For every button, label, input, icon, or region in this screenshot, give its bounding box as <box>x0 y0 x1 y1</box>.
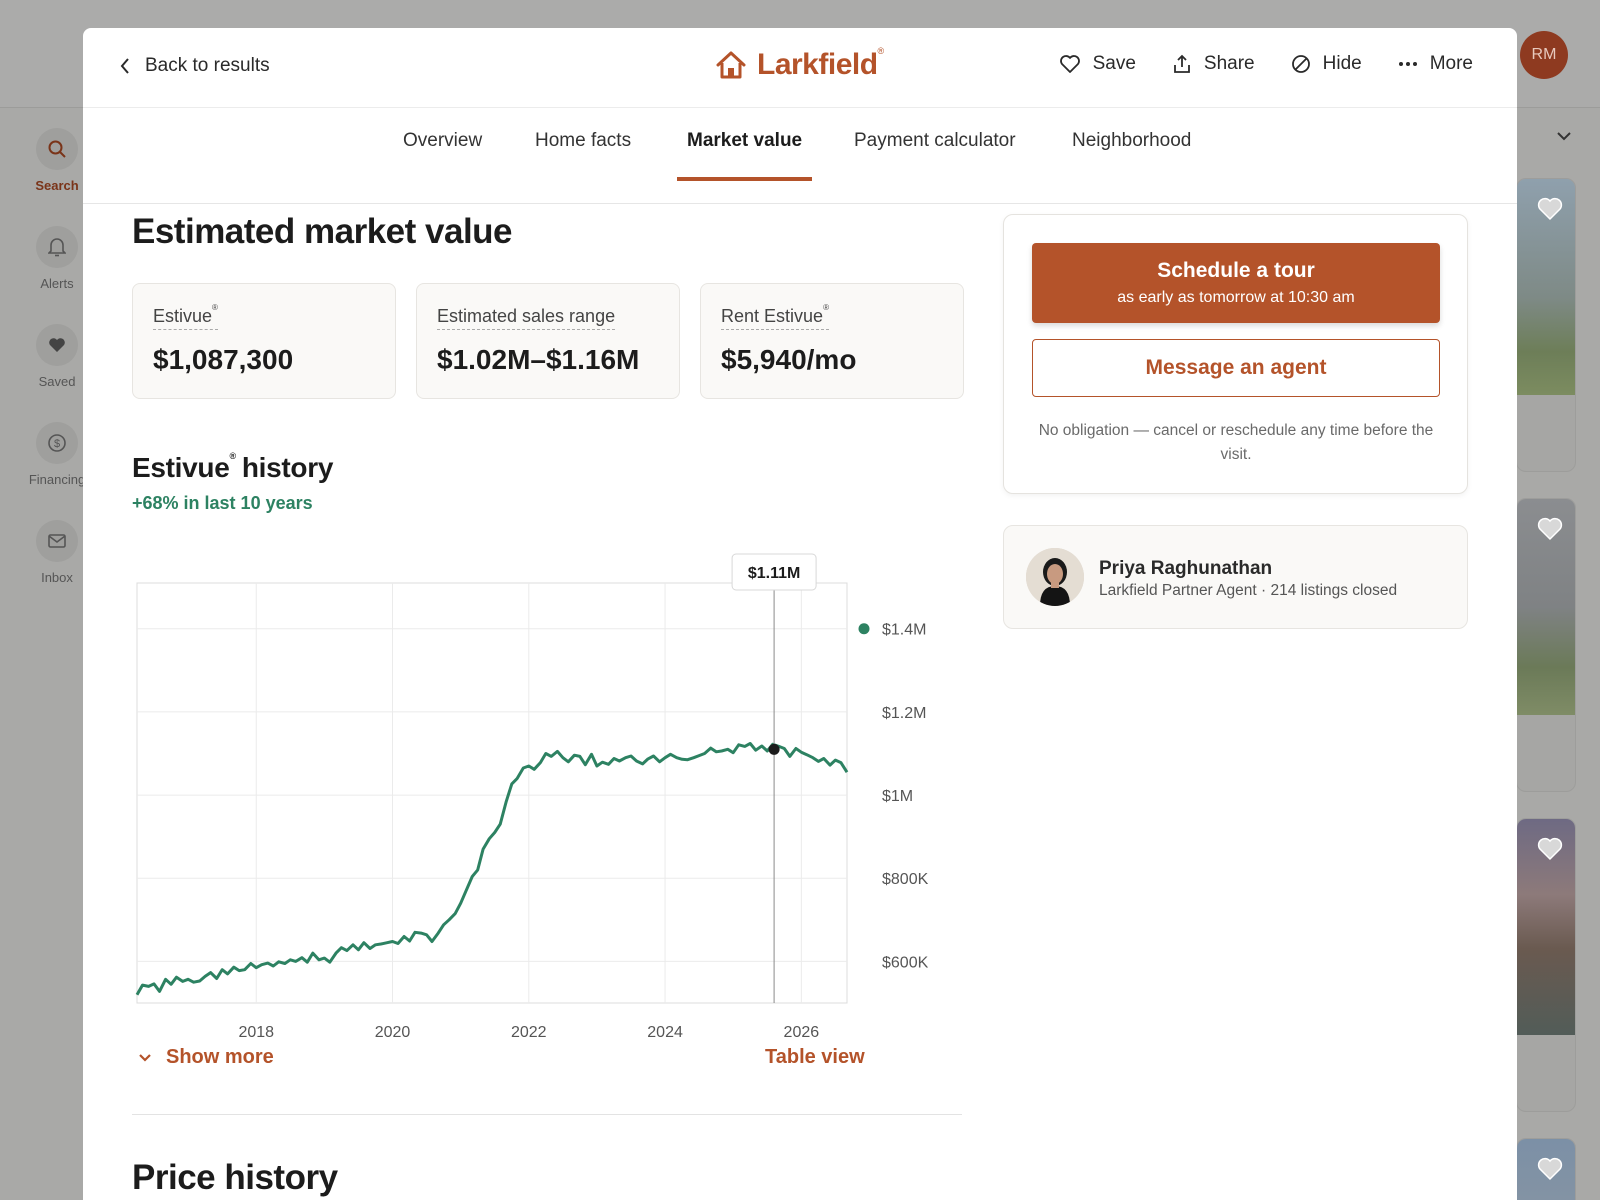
svg-text:$: $ <box>54 438 60 450</box>
hide-icon <box>1291 55 1310 73</box>
stat-label[interactable]: Estimated sales range <box>437 306 616 330</box>
section-tabs: Overview Home facts Market value Payment… <box>83 108 1517 204</box>
house-icon <box>716 51 746 79</box>
hide-label: Hide <box>1322 53 1362 74</box>
agent-card[interactable]: Priya Raghunathan Larkfield Partner Agen… <box>1003 525 1468 629</box>
tour-note: No obligation — cancel or reschedule any… <box>1038 422 1434 463</box>
rail-item-label: Saved <box>38 374 76 389</box>
growth-summary: +68% in last 10 years <box>132 493 313 513</box>
tab-market-value[interactable]: Market value <box>677 130 813 181</box>
page-title: Estimated market value <box>132 212 513 251</box>
plot-area <box>136 582 848 1004</box>
heart-icon[interactable] <box>1537 197 1563 221</box>
legend-dot <box>858 623 870 635</box>
tour-card: Schedule a tour as early as tomorrow at … <box>1003 214 1468 494</box>
listing-card[interactable] <box>1516 1138 1576 1200</box>
listing-card[interactable] <box>1516 818 1576 1112</box>
heart-outline-icon <box>1059 55 1080 73</box>
listing-card[interactable] <box>1516 498 1576 792</box>
x-tick-label: 2026 <box>784 1024 820 1038</box>
more-dots-icon <box>1398 62 1417 66</box>
heart-icon[interactable] <box>1537 517 1563 541</box>
bell-icon <box>36 226 78 268</box>
listing-card[interactable] <box>1516 178 1576 472</box>
brand-name: Larkfield <box>757 48 878 81</box>
agent-avatar <box>1026 548 1084 606</box>
y-tick-label: $600K <box>882 954 929 971</box>
price-history-title: Price history <box>132 1158 338 1197</box>
stat-card-sales-range: Estimated sales range $1.02M–$1.16M <box>416 283 680 399</box>
hide-button[interactable]: Hide <box>1291 53 1362 75</box>
table-view-link[interactable]: Table view <box>765 1046 865 1069</box>
search-icon <box>36 128 78 170</box>
save-label: Save <box>1092 53 1136 74</box>
chevron-left-icon <box>120 58 129 74</box>
y-tick-label: $1.2M <box>882 705 926 722</box>
save-button[interactable]: Save <box>1059 53 1136 75</box>
schedule-tour-subtitle: as early as tomorrow at 10:30 am <box>1117 289 1355 306</box>
left-rail: Search Alerts Saved $ Financing Inbox <box>0 108 86 1200</box>
schedule-tour-title: Schedule a tour <box>1157 259 1315 282</box>
show-more-label: Show more <box>166 1046 274 1068</box>
rail-item-label: Search <box>35 178 79 193</box>
stat-label[interactable]: Rent Estivue® <box>721 303 829 330</box>
stat-card-estivue: Estivue® $1,087,300 <box>132 283 396 399</box>
history-title: Estivue® history <box>132 451 334 483</box>
section-divider <box>132 1114 962 1115</box>
stat-value: $5,940/mo <box>721 344 857 375</box>
more-label: More <box>1429 53 1473 74</box>
dollar-icon: $ <box>36 422 78 464</box>
x-tick-label: 2020 <box>375 1024 411 1038</box>
agent-subtitle: Larkfield Partner Agent · 214 listings c… <box>1099 582 1398 599</box>
header-actions: Save Share Hide More <box>1059 53 1473 75</box>
show-more-button[interactable]: Show more <box>138 1046 274 1069</box>
chevron-down-icon <box>139 1053 151 1062</box>
heart-icon[interactable] <box>1537 1157 1563 1181</box>
back-label: Back to results <box>145 55 270 76</box>
y-tick-label: $800K <box>882 871 929 888</box>
estivue-history-chart[interactable]: $1.4M $1.2M $1M $800K $600K 2018 2020 2022 2024 2… <box>83 518 983 1038</box>
tab-overview[interactable]: Overview <box>403 130 482 177</box>
rail-item-label: Inbox <box>41 570 73 585</box>
schedule-tour-button[interactable]: Schedule a tour as early as tomorrow at … <box>1032 243 1440 323</box>
x-tick-label: 2024 <box>647 1024 683 1038</box>
mail-icon <box>36 520 78 562</box>
share-icon <box>1174 54 1190 73</box>
tab-payment-calculator[interactable]: Payment calculator <box>854 130 1016 177</box>
property-modal: Back to results Larkfield ® Save Share H… <box>83 28 1517 1200</box>
user-avatar[interactable]: RM <box>1520 31 1568 79</box>
rail-item-label: Alerts <box>40 276 74 291</box>
y-tick-label: $1.4M <box>882 622 926 639</box>
chevron-down-icon[interactable] <box>1556 128 1572 146</box>
share-button[interactable]: Share <box>1172 53 1255 75</box>
x-tick-label: 2022 <box>511 1024 547 1038</box>
share-label: Share <box>1203 53 1255 74</box>
message-agent-button[interactable]: Message an agent <box>1032 339 1440 397</box>
modal-header: Back to results Larkfield ® Save Share H… <box>83 28 1517 108</box>
y-tick-label: $1M <box>882 788 913 805</box>
stat-card-rent-estivue: Rent Estivue® $5,940/mo <box>700 283 964 399</box>
tab-home-facts[interactable]: Home facts <box>535 130 631 177</box>
heart-icon <box>36 324 78 366</box>
back-to-results-button[interactable]: Back to results <box>119 55 270 77</box>
x-tick-label: 2018 <box>238 1024 274 1038</box>
stat-label[interactable]: Estivue® <box>153 303 218 330</box>
tooltip-label: $1.11M <box>748 565 800 582</box>
stat-value: $1.02M–$1.16M <box>437 344 640 375</box>
tab-neighborhood[interactable]: Neighborhood <box>1072 130 1191 177</box>
brand-logo[interactable]: Larkfield ® <box>715 46 894 82</box>
current-value-point[interactable] <box>768 743 780 755</box>
more-button[interactable]: More <box>1398 53 1473 75</box>
heart-icon[interactable] <box>1537 837 1563 861</box>
agent-name: Priya Raghunathan <box>1099 558 1273 579</box>
brand-registered-mark: ® <box>877 46 885 56</box>
stat-value: $1,087,300 <box>153 344 294 375</box>
rail-item-label: Financing <box>28 472 86 487</box>
